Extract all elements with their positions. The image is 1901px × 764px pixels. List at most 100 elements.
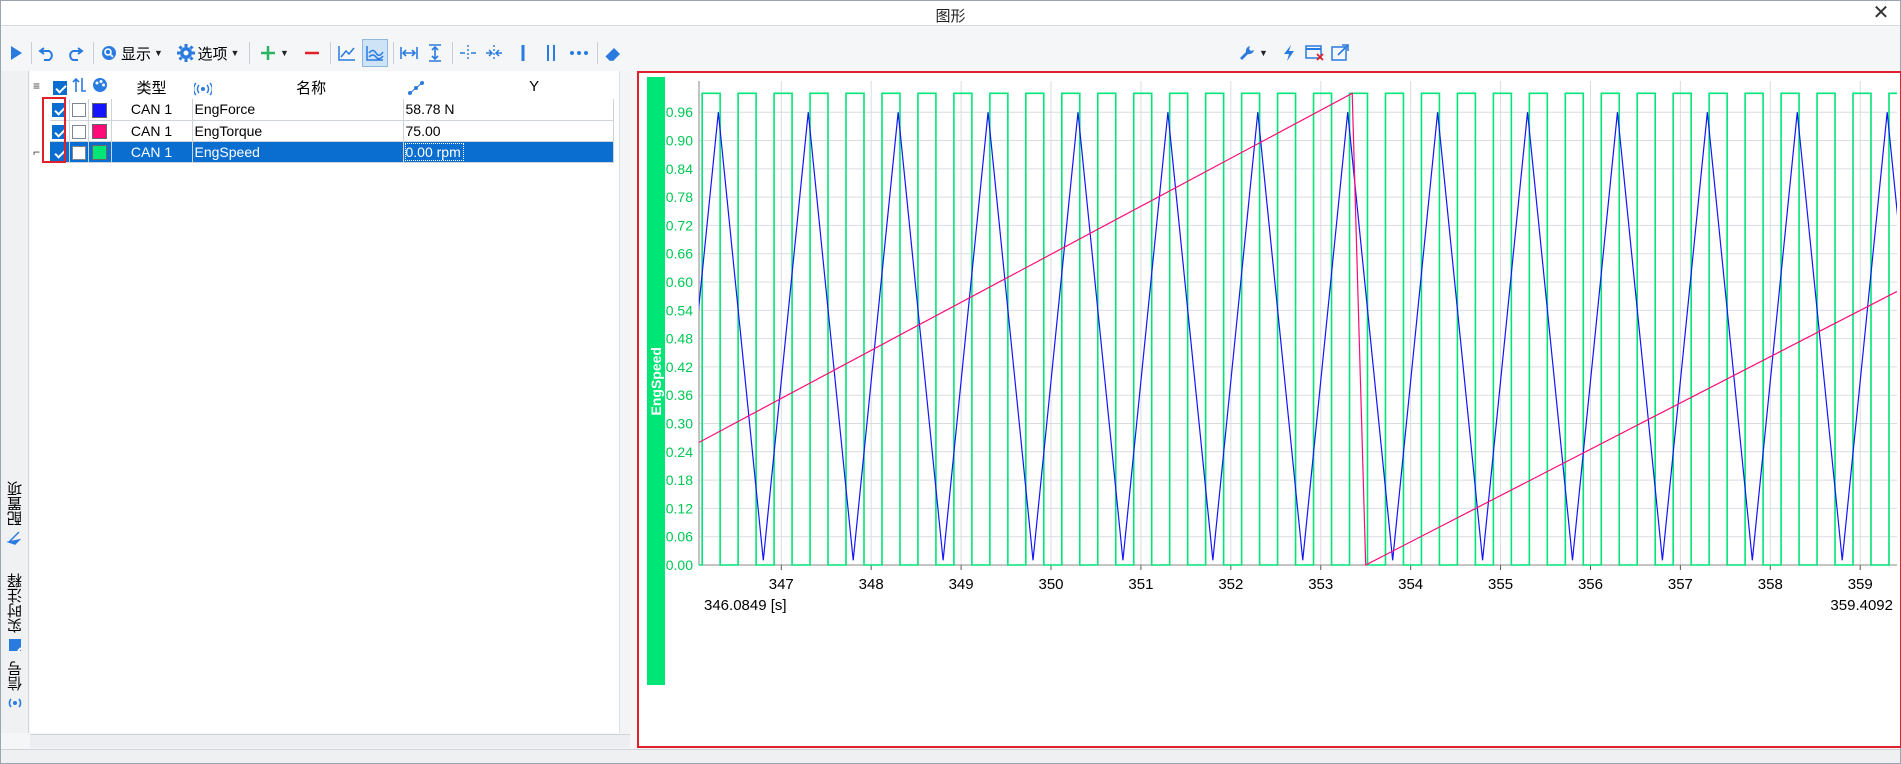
window-close-icon	[1305, 45, 1324, 61]
toolbar: 显示 ▼ 选项 ▼ ▼ ▼	[1, 39, 1900, 69]
options-label: 选项	[197, 45, 228, 63]
double-cursor-button[interactable]	[540, 39, 562, 67]
y-tick-label: 0.66	[666, 246, 693, 262]
eraser-button[interactable]	[601, 39, 625, 67]
color-swatch[interactable]	[92, 102, 107, 118]
row-color-cell[interactable]	[88, 120, 112, 142]
x-range-end-label: 359.4092	[1830, 597, 1893, 614]
row-value[interactable]: 58.78 N	[403, 99, 614, 121]
side-tab-strip: 配置项 实时注释 信号	[1, 71, 29, 733]
close-window-button[interactable]	[1303, 39, 1327, 67]
redo-button[interactable]	[63, 39, 87, 67]
flash-button[interactable]	[1277, 39, 1301, 67]
cursor-split-icon	[486, 45, 502, 61]
signal-icon	[193, 82, 213, 95]
table-header-row: 类型 名称 Y	[50, 75, 613, 99]
side-tab-annotation[interactable]: 实时注释	[3, 573, 27, 653]
row-value[interactable]: 75.00	[403, 120, 614, 142]
gear-icon	[176, 44, 195, 62]
cursor-horizontal-button[interactable]	[456, 39, 480, 67]
header-type[interactable]: 类型	[111, 75, 192, 99]
scatter-axis-icon	[408, 80, 424, 95]
line-chart-button[interactable]	[334, 39, 360, 67]
header-enable[interactable]	[50, 75, 69, 99]
y-tick-label: 0.60	[666, 274, 693, 290]
side-tab-signal[interactable]: 信号	[3, 661, 27, 711]
row-enable-cell[interactable]	[50, 120, 70, 142]
display-menu-button[interactable]: 显示 ▼	[98, 39, 166, 67]
row-value[interactable]: 0.00 rpm	[403, 141, 614, 163]
enable-checkbox[interactable]	[52, 145, 67, 160]
add-signal-button[interactable]: ▼	[254, 39, 294, 67]
select-all-checkbox[interactable]	[52, 80, 67, 95]
side-tab-config[interactable]: 配置项	[3, 481, 27, 546]
single-cursor-button[interactable]	[512, 39, 534, 67]
play-button[interactable]	[5, 39, 27, 67]
chart-panel[interactable]: EngSpeed 0.00 0.06 0.12 0.18 0.24 0.30 0.36 0.4…	[637, 71, 1901, 748]
fit-vertical-button[interactable]	[423, 39, 447, 67]
header-axis[interactable]	[69, 75, 88, 99]
enable-checkbox[interactable]	[52, 103, 67, 118]
header-value[interactable]: Y	[403, 75, 613, 99]
line-chart-icon	[338, 46, 355, 61]
close-button[interactable]: ✕	[1870, 2, 1892, 24]
row-marker: ⌐	[33, 145, 41, 159]
color-swatch[interactable]	[92, 123, 107, 139]
side-tab-signal-label: 信号	[6, 661, 24, 691]
x-tick-label: 358	[1758, 576, 1783, 593]
row-enable-cell[interactable]	[50, 141, 70, 163]
row-color-cell[interactable]	[88, 141, 112, 163]
redo-icon	[69, 47, 84, 61]
x-tick-label: 354	[1398, 576, 1423, 593]
play-icon	[11, 46, 22, 60]
series-engtorque-line	[699, 92, 1897, 566]
settings-menu-button[interactable]: ▼	[1235, 39, 1271, 67]
x-tick-label: 347	[769, 576, 794, 593]
remove-signal-button[interactable]	[299, 39, 325, 67]
export-button[interactable]	[1329, 39, 1353, 67]
table-row[interactable]: CAN 1 EngSpeed 0.00 rpm	[50, 141, 614, 163]
remove-icon	[305, 51, 319, 55]
row-type: CAN 1	[111, 141, 193, 163]
row-color-cell[interactable]	[88, 99, 112, 121]
x-tick-label: 355	[1488, 576, 1513, 593]
axis-checkbox[interactable]	[71, 124, 86, 139]
x-tick-label: 353	[1308, 576, 1333, 593]
fit-horizontal-button[interactable]	[397, 39, 421, 67]
options-menu-button[interactable]: 选项 ▼	[173, 39, 243, 67]
side-tab-annotation-label: 实时注释	[6, 573, 24, 633]
y-tick-label: 0.84	[666, 161, 693, 177]
y-tick-label: 0.54	[666, 302, 693, 318]
table-row[interactable]: CAN 1 EngForce 58.78 N	[50, 99, 614, 121]
y-tick-label: 0.42	[666, 359, 693, 375]
axis-checkbox[interactable]	[71, 103, 86, 118]
signal-table-panel: ≡ ⌐ 类型 名称 Y CAN 1 EngForce 58.78 N CAN 1…	[30, 71, 630, 733]
axis-checkbox[interactable]	[71, 145, 86, 160]
header-name[interactable]: 名称	[192, 75, 403, 99]
header-color[interactable]	[88, 75, 111, 99]
cursor-split-button[interactable]	[482, 39, 506, 67]
row-axis-cell[interactable]	[69, 99, 89, 121]
more-button[interactable]	[567, 39, 591, 67]
row-enable-cell[interactable]	[50, 99, 70, 121]
chevron-down-icon: ▼	[1259, 48, 1268, 58]
enable-checkbox[interactable]	[52, 124, 67, 139]
table-horizontal-scrollbar[interactable]	[30, 734, 630, 748]
y-tick-label: 0.96	[666, 104, 693, 120]
row-axis-cell[interactable]	[69, 141, 89, 163]
side-tab-config-label: 配置项	[6, 481, 24, 526]
row-axis-cell[interactable]	[69, 120, 89, 142]
chart-plot[interactable]: 0.00 0.06 0.12 0.18 0.24 0.30 0.36 0.42 0.48 0.54…	[639, 73, 1900, 746]
table-row[interactable]: CAN 1 EngTorque 75.00	[50, 120, 614, 142]
color-swatch[interactable]	[92, 144, 107, 160]
chevron-down-icon: ▼	[154, 48, 163, 58]
row-name: EngSpeed	[192, 141, 404, 163]
multi-line-chart-button[interactable]	[362, 39, 388, 67]
undo-button[interactable]	[35, 39, 59, 67]
table-vertical-scrollbar[interactable]	[619, 71, 630, 733]
export-icon	[1331, 44, 1349, 61]
header-name-label: 名称	[296, 79, 327, 97]
x-tick-label: 350	[1038, 576, 1063, 593]
double-cursor-icon	[547, 45, 555, 61]
signal-table: 类型 名称 Y CAN 1 EngForce 58.78 N CAN 1 EngTorq…	[50, 75, 614, 163]
